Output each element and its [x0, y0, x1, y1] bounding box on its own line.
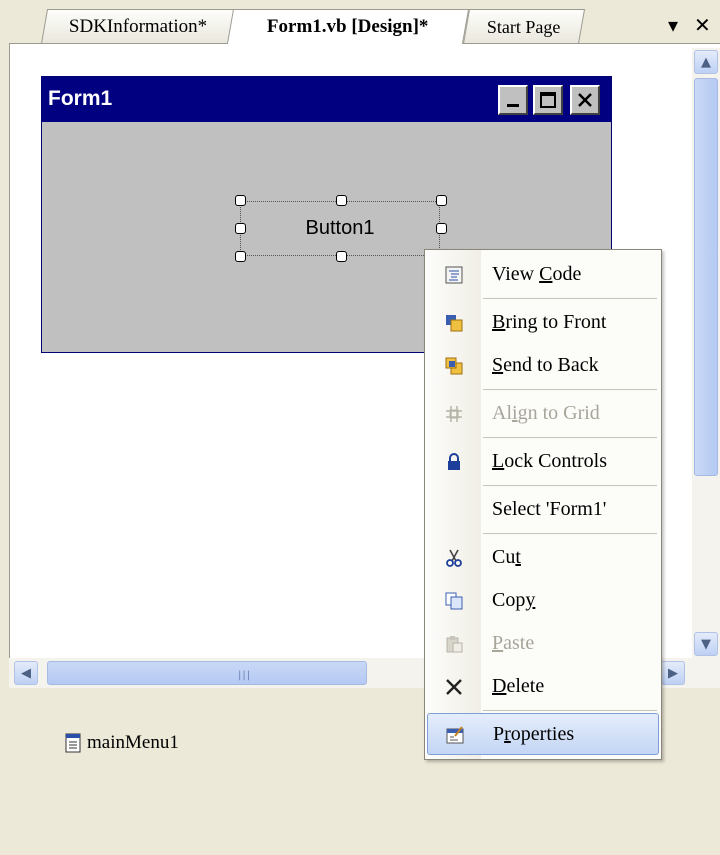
menu-item-label: Send to Back [492, 354, 599, 376]
menu-item-label: Paste [492, 632, 535, 654]
menu-item-properties[interactable]: Properties [427, 713, 659, 755]
resize-handle[interactable] [436, 195, 447, 206]
maximize-icon [540, 92, 556, 108]
close-button[interactable] [570, 85, 600, 115]
scroll-right-button[interactable]: ▶ [661, 661, 685, 685]
close-icon [578, 93, 592, 107]
close-icon[interactable]: ✕ [694, 13, 711, 37]
menu-item-label: Select 'Form1' [492, 498, 607, 520]
form-title: Form1 [48, 87, 113, 110]
tray-item-label: mainMenu1 [87, 732, 179, 753]
button1-label: Button1 [305, 217, 375, 239]
menu-item-copy[interactable]: Copy [427, 580, 659, 622]
tab-start-page[interactable]: Start Page [462, 9, 586, 44]
tab-label: SDKInformation* [68, 16, 208, 37]
scroll-up-button[interactable]: ▲ [694, 50, 718, 74]
resize-handle[interactable] [436, 223, 447, 234]
scroll-left-button[interactable]: ◀ [14, 661, 38, 685]
tab-sdkinformation[interactable]: SDKInformation* [40, 9, 236, 44]
bring-to-front-icon [446, 315, 463, 332]
menu-item-label: Properties [493, 723, 575, 745]
minimize-icon [507, 104, 519, 107]
dropdown-icon[interactable]: ▾ [668, 13, 678, 37]
menu-item-send-to-back[interactable]: Send to Back [427, 345, 659, 387]
resize-handle[interactable] [336, 251, 347, 262]
form-title-bar[interactable]: Form1 [42, 77, 611, 122]
menu-item-select-form1[interactable]: Select 'Form1' [427, 489, 659, 531]
minimize-button[interactable] [498, 85, 528, 115]
menu-separator [483, 533, 657, 534]
tab-form1-design[interactable]: Form1.vb [Design]* [226, 9, 470, 44]
menu-separator [483, 389, 657, 390]
menu-item-bring-to-front[interactable]: Bring to Front [427, 302, 659, 344]
document-tab-strip: SDKInformation* Form1.vb [Design]* Start… [0, 0, 720, 44]
delete-icon [446, 679, 462, 695]
paste-icon [446, 636, 463, 653]
menu-item-align-to-grid[interactable]: Align to Grid [427, 393, 659, 435]
code-view-icon [445, 266, 463, 284]
menu-separator [483, 437, 657, 438]
send-to-back-icon [445, 357, 463, 375]
menu-item-label: Cut [492, 546, 521, 568]
vertical-scrollbar[interactable]: ▲ ▼ [692, 48, 720, 658]
tab-label: Start Page [487, 16, 561, 37]
grip-icon: ||| [238, 670, 252, 681]
menu-separator [483, 298, 657, 299]
menu-item-cut[interactable]: Cut [427, 537, 659, 579]
resize-handle[interactable] [235, 223, 246, 234]
menu-item-label: Delete [492, 675, 545, 697]
vertical-scroll-thumb[interactable] [694, 78, 718, 476]
menu-item-lock-controls[interactable]: Lock Controls [427, 441, 659, 483]
copy-icon [445, 592, 463, 610]
lock-icon [448, 453, 460, 470]
horizontal-scroll-thumb[interactable]: ||| [47, 661, 367, 685]
menu-item-label: Lock Controls [492, 450, 607, 472]
tray-item-mainmenu[interactable]: mainMenu1 [65, 732, 179, 754]
main-menu-icon [65, 733, 81, 753]
menu-separator [483, 485, 657, 486]
resize-handle[interactable] [235, 195, 246, 206]
align-grid-icon [446, 406, 462, 422]
menu-item-label: Bring to Front [492, 311, 607, 333]
maximize-button[interactable] [533, 85, 563, 115]
tab-label: Form1.vb [Design]* [267, 16, 429, 37]
context-menu: View Code Bring to Front Send to Back Al… [424, 249, 662, 760]
menu-item-label: Copy [492, 589, 536, 611]
menu-separator [483, 710, 657, 711]
menu-item-delete[interactable]: Delete [427, 666, 659, 708]
scroll-down-button[interactable]: ▼ [694, 632, 718, 656]
menu-item-label: View Code [492, 263, 582, 285]
cut-icon [446, 549, 462, 567]
resize-handle[interactable] [235, 251, 246, 262]
menu-item-paste[interactable]: Paste [427, 623, 659, 665]
properties-icon [446, 726, 464, 744]
menu-item-label: Align to Grid [492, 402, 600, 424]
menu-item-view-code[interactable]: View Code [427, 254, 659, 296]
button1-control[interactable]: Button1 [240, 201, 440, 256]
resize-handle[interactable] [336, 195, 347, 206]
